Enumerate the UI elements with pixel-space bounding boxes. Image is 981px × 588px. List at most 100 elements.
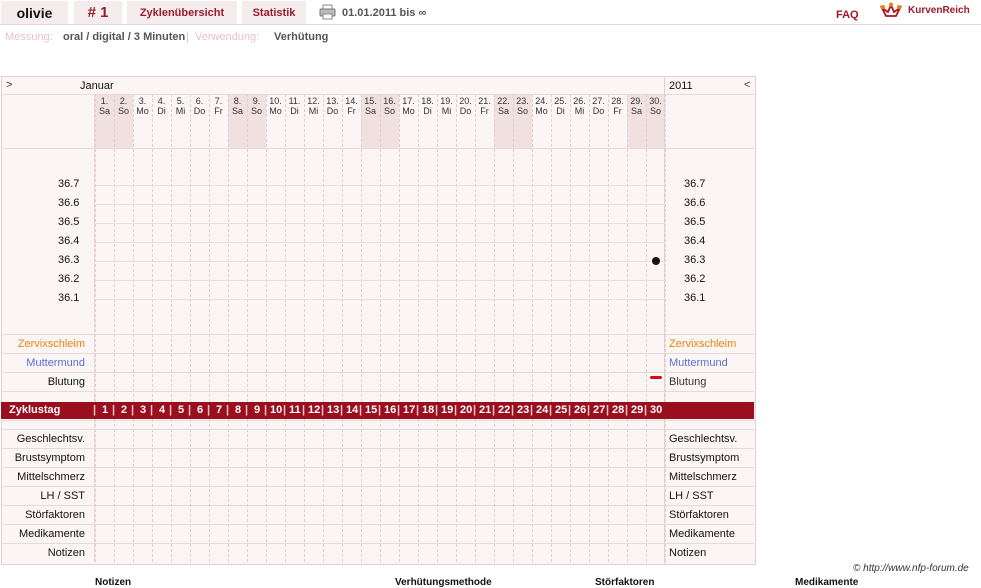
left-column-divider xyxy=(94,94,95,562)
weekday: Fr xyxy=(214,106,223,116)
day-header[interactable]: 24. Mo xyxy=(532,96,551,116)
cycle-day-number: 17 xyxy=(403,404,416,416)
cycle-day-separator: | xyxy=(302,404,306,416)
column-divider xyxy=(456,94,457,562)
row-divider xyxy=(2,372,754,373)
column-divider xyxy=(418,94,419,562)
day-header[interactable]: 25. Di xyxy=(551,96,570,116)
cycle-day-separator: | xyxy=(245,404,249,416)
day-header[interactable]: 29. Sa xyxy=(627,96,646,116)
cycle-day-number: 16 xyxy=(384,404,397,416)
day-header[interactable]: 2. So xyxy=(114,96,133,116)
blutung-label-right: Blutung xyxy=(669,376,707,388)
bleeding-mark[interactable] xyxy=(649,376,662,379)
day-header[interactable]: 26. Mi xyxy=(570,96,589,116)
cycle-day-number: 27 xyxy=(593,404,606,416)
temp-label-right: 36.3 xyxy=(684,254,706,266)
column-divider xyxy=(551,94,552,562)
faq-link[interactable]: FAQ xyxy=(836,9,859,21)
day-header[interactable]: 28. Fr xyxy=(608,96,627,116)
cycle-day-separator: | xyxy=(207,404,211,416)
printer-icon[interactable] xyxy=(319,4,336,20)
cycle-day-separator: | xyxy=(435,404,439,416)
day-header[interactable]: 21. Fr xyxy=(475,96,494,116)
cycle-day-separator: | xyxy=(606,404,610,416)
day-header[interactable]: 10. Mo xyxy=(266,96,285,116)
temp-label-left: 36.3 xyxy=(58,254,80,266)
bottom-row-label-right: Mittelschmerz xyxy=(669,471,737,483)
day-header[interactable]: 6. Do xyxy=(190,96,209,116)
weekday: Sa xyxy=(98,106,110,116)
day-header[interactable]: 3. Mo xyxy=(133,96,152,116)
column-divider xyxy=(608,94,609,562)
day-header[interactable]: 11. Di xyxy=(285,96,304,116)
cycle-day-number: 22 xyxy=(498,404,511,416)
cycle-day-separator: | xyxy=(511,404,515,416)
day-header[interactable]: 7. Fr xyxy=(209,96,228,116)
weekday: Mi xyxy=(574,106,585,116)
temperature-point[interactable] xyxy=(651,257,660,265)
credit-link[interactable]: © http://www.nfp-forum.de xyxy=(853,563,969,574)
day-header[interactable]: 14. Fr xyxy=(342,96,361,116)
zervix-label-left: Zervixschleim xyxy=(17,338,85,350)
day-number: 1. xyxy=(100,96,109,106)
user-tab[interactable]: olivie xyxy=(1,1,68,24)
cycle-day-separator: | xyxy=(283,404,287,416)
day-header[interactable]: 23. So xyxy=(513,96,532,116)
day-header[interactable]: 17. Mo xyxy=(399,96,418,116)
temp-label-right: 36.6 xyxy=(684,197,706,209)
tab-cycle-overview[interactable]: Zyklenübersicht xyxy=(127,1,237,24)
column-divider xyxy=(665,94,666,562)
day-number: 12. xyxy=(307,96,320,106)
day-header[interactable]: 22. Sa xyxy=(494,96,513,116)
row-divider xyxy=(2,486,754,487)
muttermund-label-left: Muttermund xyxy=(26,357,85,369)
crown-logo-icon[interactable] xyxy=(880,2,902,20)
temp-label-left: 36.7 xyxy=(58,178,80,190)
weekday: Do xyxy=(193,106,206,116)
day-number: 16. xyxy=(383,96,396,106)
day-header[interactable]: 4. Di xyxy=(152,96,171,116)
temp-label-right: 36.1 xyxy=(684,292,706,304)
cycle-day-number: 7 xyxy=(216,404,223,416)
day-number: 25. xyxy=(554,96,567,106)
column-divider xyxy=(570,94,571,562)
cycle-day-number: 10 xyxy=(270,404,283,416)
day-header[interactable]: 5. Mi xyxy=(171,96,190,116)
prev-month-button[interactable]: > xyxy=(6,79,12,91)
day-header[interactable]: 19. Mi xyxy=(437,96,456,116)
day-header[interactable]: 20. Do xyxy=(456,96,475,116)
day-header[interactable]: 18. Di xyxy=(418,96,437,116)
column-divider xyxy=(627,94,628,562)
tab-statistics[interactable]: Statistik xyxy=(242,1,306,24)
day-header[interactable]: 1. Sa xyxy=(95,96,114,116)
cycle-day-number: 25 xyxy=(555,404,568,416)
cycle-day-number: 24 xyxy=(536,404,549,416)
temp-label-right: 36.2 xyxy=(684,273,706,285)
temp-label-right: 36.5 xyxy=(684,216,706,228)
cycle-day-separator: | xyxy=(549,404,553,416)
next-month-button[interactable]: < xyxy=(744,79,750,91)
weekday: Mi xyxy=(308,106,319,116)
day-number: 6. xyxy=(195,96,204,106)
day-header[interactable]: 12. Mi xyxy=(304,96,323,116)
cycle-day-number: 19 xyxy=(441,404,454,416)
day-number: 9. xyxy=(252,96,261,106)
bottom-row-label-left: Störfaktoren xyxy=(25,509,85,521)
day-header[interactable]: 8. Sa xyxy=(228,96,247,116)
brand-name[interactable]: KurvenReich xyxy=(908,5,970,16)
day-header[interactable]: 9. So xyxy=(247,96,266,116)
cycle-number-tab[interactable]: # 1 xyxy=(74,1,122,24)
weekday: Di xyxy=(423,106,432,116)
bottom-row-label-right: Geschlechtsv. xyxy=(669,433,738,445)
day-header[interactable]: 16. So xyxy=(380,96,399,116)
day-number: 17. xyxy=(402,96,415,106)
day-header[interactable]: 30. So xyxy=(646,96,665,116)
day-header[interactable]: 13. Do xyxy=(323,96,342,116)
column-divider xyxy=(437,94,438,562)
column-divider xyxy=(342,94,343,562)
day-header[interactable]: 15. Sa xyxy=(361,96,380,116)
day-number: 13. xyxy=(326,96,339,106)
temp-gridline xyxy=(95,204,665,205)
day-header[interactable]: 27. Do xyxy=(589,96,608,116)
